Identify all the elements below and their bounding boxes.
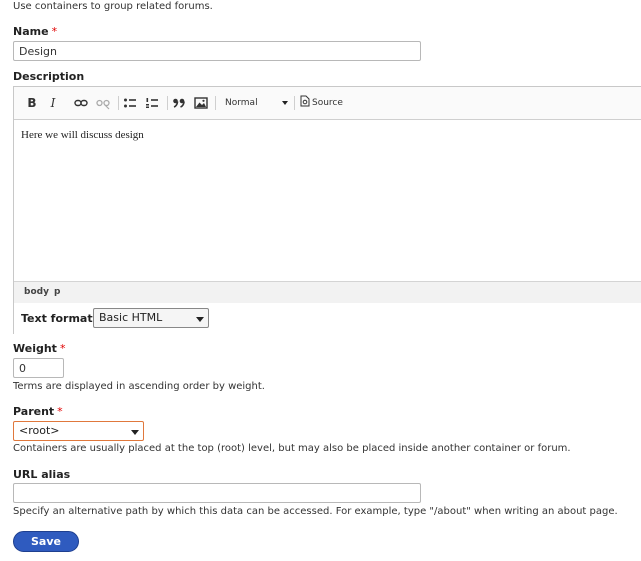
parent-value: <root> bbox=[19, 424, 60, 437]
weight-input[interactable] bbox=[13, 358, 64, 378]
numbered-list-icon bbox=[146, 98, 158, 108]
paragraph-format-dropdown[interactable]: Normal bbox=[225, 95, 295, 111]
text-format-bar: Text format Basic HTML bbox=[14, 303, 641, 334]
parent-help: Containers are usually placed at the top… bbox=[13, 443, 571, 454]
unlink-button[interactable] bbox=[96, 95, 110, 111]
toolbar-separator bbox=[215, 96, 216, 110]
bulleted-list-button[interactable] bbox=[123, 95, 137, 111]
url-alias-label: URL alias bbox=[13, 468, 71, 481]
name-label-text: Name bbox=[13, 25, 49, 38]
element-path-bar: body p bbox=[14, 281, 641, 304]
description-editor: B I Normal Source Here we will discuss d… bbox=[13, 86, 641, 334]
bold-button[interactable]: B bbox=[25, 95, 39, 111]
image-icon bbox=[194, 97, 208, 109]
parent-label-text: Parent bbox=[13, 405, 55, 418]
url-alias-input[interactable] bbox=[13, 483, 421, 503]
bulleted-list-icon bbox=[124, 98, 136, 108]
url-alias-help: Specify an alternative path by which thi… bbox=[13, 506, 618, 517]
weight-label-text: Weight bbox=[13, 342, 57, 355]
path-item-body[interactable]: body bbox=[24, 287, 49, 297]
link-icon bbox=[74, 99, 88, 107]
parent-label: Parent * bbox=[13, 405, 63, 418]
link-button[interactable] bbox=[74, 95, 88, 111]
editor-toolbar: B I Normal Source bbox=[14, 87, 641, 120]
description-label: Description bbox=[13, 70, 85, 83]
weight-help: Terms are displayed in ascending order b… bbox=[13, 381, 265, 392]
paragraph-format-value: Normal bbox=[225, 98, 258, 108]
intro-text: Use containers to group related forums. bbox=[13, 1, 213, 12]
source-label: Source bbox=[312, 98, 343, 108]
chevron-down-icon bbox=[196, 317, 204, 322]
text-format-select[interactable]: Basic HTML bbox=[93, 308, 209, 328]
save-button[interactable]: Save bbox=[13, 531, 79, 552]
unlink-icon bbox=[96, 99, 110, 110]
path-item-p[interactable]: p bbox=[54, 287, 60, 297]
chevron-down-icon bbox=[131, 430, 139, 435]
source-icon bbox=[300, 95, 310, 107]
editor-content[interactable]: Here we will discuss design bbox=[14, 120, 641, 280]
numbered-list-button[interactable] bbox=[145, 95, 159, 111]
text-format-value: Basic HTML bbox=[99, 311, 163, 324]
text-format-label: Text format bbox=[21, 312, 93, 325]
italic-button[interactable]: I bbox=[46, 95, 60, 111]
required-marker: * bbox=[59, 342, 66, 355]
blockquote-icon bbox=[173, 98, 185, 108]
editor-paragraph: Here we will discuss design bbox=[21, 129, 144, 141]
chevron-down-icon bbox=[282, 101, 288, 105]
toolbar-separator bbox=[118, 96, 119, 110]
blockquote-button[interactable] bbox=[172, 95, 186, 111]
name-label: Name * bbox=[13, 25, 57, 38]
toolbar-separator bbox=[167, 96, 168, 110]
image-button[interactable] bbox=[194, 95, 208, 111]
name-input[interactable] bbox=[13, 41, 421, 61]
required-marker: * bbox=[57, 405, 63, 418]
weight-label: Weight * bbox=[13, 342, 65, 355]
parent-select[interactable]: <root> bbox=[13, 421, 144, 441]
toolbar-separator bbox=[294, 96, 295, 110]
required-marker: * bbox=[51, 25, 58, 38]
source-button[interactable]: Source bbox=[300, 95, 360, 111]
